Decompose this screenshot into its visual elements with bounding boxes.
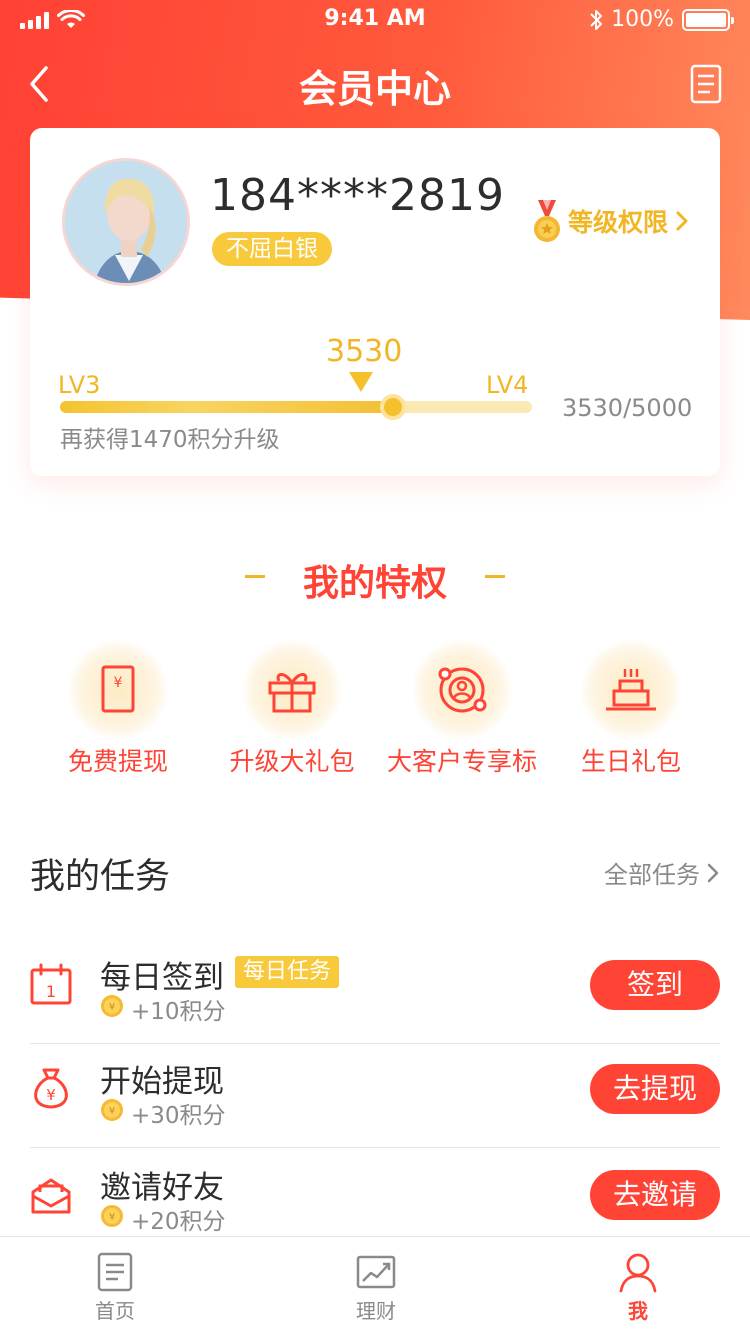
- battery-icon: [682, 8, 734, 31]
- svg-text:¥: ¥: [109, 1002, 115, 1013]
- task-row-daily-checkin: 1 每日签到 每日任务 ¥ +10积分 签到: [30, 940, 720, 1044]
- progress-pointer-icon: [349, 372, 373, 392]
- level-progress-fill: [60, 401, 394, 413]
- invite-envelope-icon: [31, 1178, 71, 1214]
- svg-text:¥: ¥: [114, 675, 123, 691]
- task-name: 开始提现: [100, 1064, 224, 1100]
- status-bar: 9:41 AM 100%: [0, 0, 750, 40]
- status-right: 100%: [589, 7, 734, 32]
- avatar[interactable]: [62, 158, 190, 286]
- tab-label: 我: [628, 1299, 648, 1323]
- member-card: 184****2819 不屈白银 等级权限 3530 LV3 LV4 3530/…: [30, 128, 720, 476]
- task-reward: +30积分: [131, 1103, 226, 1129]
- current-level: LV3: [58, 371, 101, 399]
- level-rights-link[interactable]: 等级权限: [532, 198, 690, 244]
- gift-icon: [268, 673, 316, 713]
- medal-icon: [533, 200, 560, 242]
- calendar-icon: 1: [30, 963, 72, 1005]
- profile-icon: [619, 1253, 657, 1293]
- privilege-upgrade-gift[interactable]: 升级大礼包: [207, 640, 377, 778]
- cake-icon: [606, 669, 656, 711]
- tab-bar: 首页 理财 我: [0, 1236, 750, 1334]
- level-progress-bar: [60, 394, 532, 420]
- money-bag-icon: ¥: [34, 1068, 68, 1109]
- coin-icon: ¥: [101, 1205, 123, 1227]
- svg-text:¥: ¥: [109, 1212, 115, 1223]
- tab-home[interactable]: 首页: [25, 1237, 205, 1334]
- coin-icon: ¥: [101, 1099, 123, 1121]
- progress-knob: [380, 394, 407, 420]
- privilege-icon-bg: [412, 640, 512, 740]
- vip-badge-icon: [438, 667, 487, 713]
- withdraw-icon: ¥: [101, 665, 135, 713]
- progress-count: 3530/5000: [562, 394, 693, 422]
- home-doc-icon: [97, 1252, 133, 1292]
- privilege-vip-badge[interactable]: 大客户专享标: [377, 640, 547, 778]
- invite-button[interactable]: 去邀请: [590, 1170, 720, 1220]
- privilege-icon-bg: ¥: [68, 640, 168, 740]
- member-phone: 184****2819: [210, 170, 505, 221]
- chevron-right-icon: [676, 211, 688, 231]
- privilege-birthday-gift[interactable]: 生日礼包: [546, 640, 716, 778]
- privilege-icon-bg: [242, 640, 342, 740]
- tab-me[interactable]: 我: [548, 1237, 728, 1334]
- current-points: 3530: [326, 334, 403, 369]
- bluetooth-icon: [590, 9, 603, 30]
- privilege-label: 升级大礼包: [229, 747, 355, 776]
- title-dash-right: [485, 575, 505, 578]
- chart-icon: [356, 1255, 396, 1289]
- all-tasks-label: 全部任务: [604, 861, 700, 889]
- privilege-label: 生日礼包: [580, 747, 681, 776]
- tab-finance[interactable]: 理财: [286, 1237, 466, 1334]
- task-row-withdraw: ¥ 开始提现 ¥ +30积分 去提现: [30, 1044, 720, 1148]
- task-name: 邀请好友: [100, 1170, 224, 1206]
- upgrade-hint: 再获得1470积分升级: [60, 427, 280, 453]
- next-level: LV4: [486, 371, 529, 399]
- tab-label: 首页: [95, 1299, 135, 1323]
- privilege-icon-bg: [581, 640, 681, 740]
- all-tasks-link[interactable]: 全部任务: [604, 855, 720, 890]
- privilege-label: 免费提现: [67, 747, 168, 776]
- chevron-right-icon: [707, 863, 719, 882]
- svg-text:¥: ¥: [109, 1106, 115, 1117]
- page-title: 会员中心: [298, 67, 451, 111]
- tasks-title: 我的任务: [30, 857, 171, 897]
- task-reward: +20积分: [131, 1209, 226, 1235]
- level-rights-label: 等级权限: [567, 208, 668, 237]
- battery-percent: 100%: [611, 7, 674, 32]
- task-tag: 每日任务: [235, 956, 340, 988]
- checkin-button[interactable]: 签到: [590, 960, 720, 1010]
- task-reward: +10积分: [131, 999, 226, 1025]
- coin-icon: ¥: [101, 995, 123, 1017]
- avatar-portrait-icon: [65, 161, 187, 283]
- svg-text:1: 1: [46, 982, 56, 1001]
- withdraw-button[interactable]: 去提现: [590, 1064, 720, 1114]
- task-name: 每日签到: [100, 960, 224, 996]
- document-icon[interactable]: [690, 64, 722, 104]
- privilege-label: 大客户专享标: [386, 747, 537, 776]
- privileges-title: 我的特权: [302, 563, 447, 604]
- svg-text:¥: ¥: [46, 1086, 56, 1104]
- level-badge: 不屈白银: [212, 232, 332, 266]
- privilege-free-withdraw[interactable]: ¥ 免费提现: [33, 640, 203, 778]
- tab-label: 理财: [356, 1299, 396, 1323]
